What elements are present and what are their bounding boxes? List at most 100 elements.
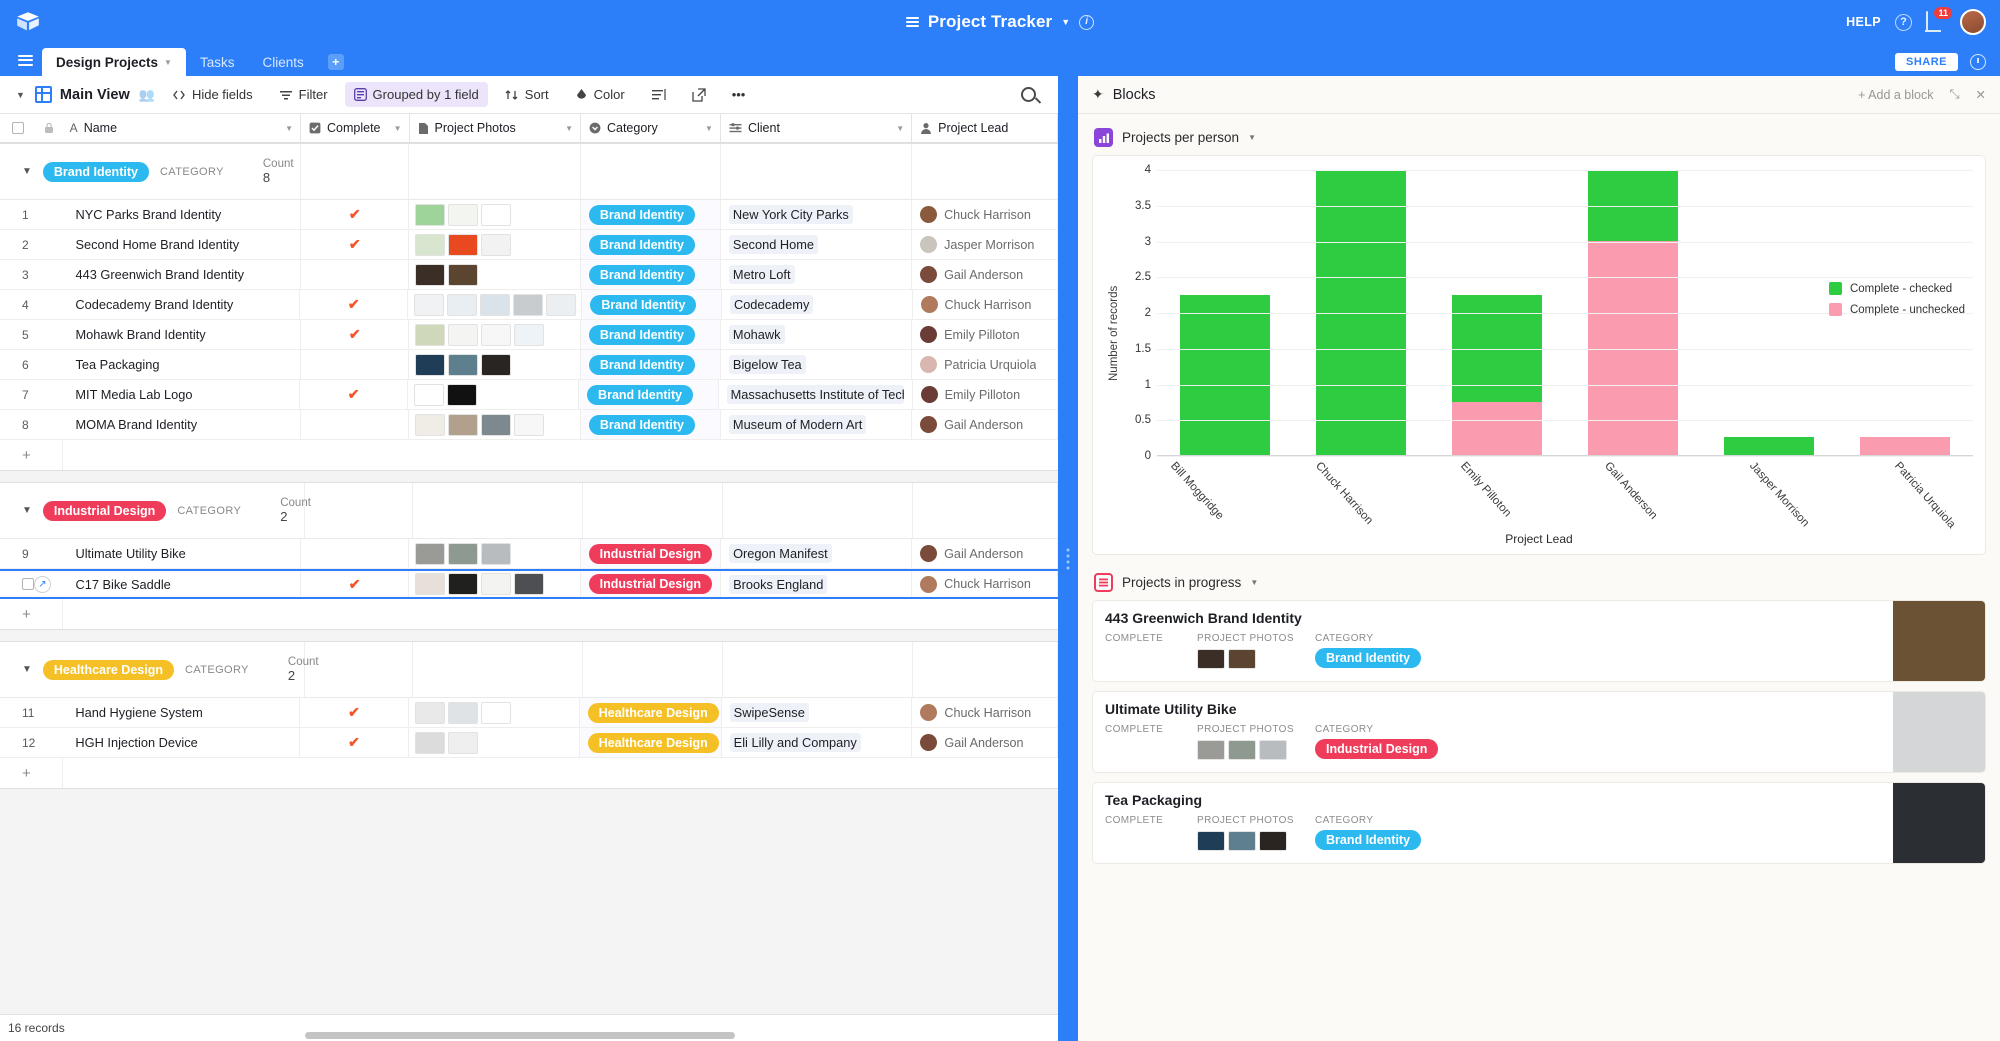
share-button[interactable]: SHARE bbox=[1895, 53, 1958, 71]
chevron-down-icon[interactable]: ▼ bbox=[896, 124, 904, 133]
expand-record-icon[interactable]: ↗ bbox=[34, 576, 51, 593]
collapse-group-icon[interactable]: ▼ bbox=[22, 664, 32, 675]
cell-name[interactable]: MOMA Brand Identity bbox=[61, 410, 300, 439]
cell-complete[interactable]: ✔ bbox=[301, 571, 409, 597]
add-block-button[interactable]: + Add a block bbox=[1858, 88, 1933, 102]
cell-client[interactable]: Massachusetts Institute of Tech bbox=[719, 380, 913, 409]
photo-thumbnail[interactable] bbox=[481, 204, 511, 226]
cell-complete[interactable]: ✔ bbox=[300, 290, 408, 319]
cell-project-photos[interactable] bbox=[409, 230, 580, 259]
photo-thumbnail[interactable] bbox=[448, 702, 478, 724]
chevron-down-icon[interactable]: ▼ bbox=[565, 124, 573, 133]
cell-project-photos[interactable] bbox=[408, 380, 579, 409]
cell-project-photos[interactable] bbox=[409, 260, 580, 289]
photo-thumbnail[interactable] bbox=[415, 204, 445, 226]
photo-thumbnail[interactable] bbox=[513, 294, 543, 316]
cell-client[interactable]: Second Home bbox=[721, 230, 912, 259]
photo-thumbnail[interactable] bbox=[414, 294, 444, 316]
photo-thumbnail[interactable] bbox=[415, 702, 445, 724]
cell-name[interactable]: Hand Hygiene System bbox=[61, 698, 300, 727]
record-card[interactable]: Tea PackagingCOMPLETEPROJECT PHOTOSCATEG… bbox=[1092, 782, 1986, 864]
cell-complete[interactable]: ✔ bbox=[300, 380, 408, 409]
photo-thumbnail[interactable] bbox=[448, 543, 478, 565]
tab-tasks[interactable]: Tasks bbox=[186, 48, 249, 76]
chevron-down-icon[interactable]: ▼ bbox=[705, 124, 713, 133]
cell-project-lead[interactable]: Patricia Urquiola bbox=[912, 350, 1058, 379]
tab-design-projects[interactable]: Design Projects ▼ bbox=[42, 48, 186, 76]
photo-thumbnail[interactable] bbox=[448, 573, 478, 595]
record-photo-thumbnail[interactable] bbox=[1259, 740, 1287, 760]
photo-thumbnail[interactable] bbox=[481, 414, 511, 436]
chevron-down-icon[interactable]: ▼ bbox=[1248, 133, 1256, 142]
cell-complete[interactable] bbox=[301, 410, 410, 439]
cell-project-lead[interactable]: Gail Anderson bbox=[912, 728, 1058, 757]
table-row[interactable]: 9Ultimate Utility BikeIndustrial DesignO… bbox=[0, 539, 1058, 569]
cell-name[interactable]: Codecademy Brand Identity bbox=[61, 290, 300, 319]
collapse-group-icon[interactable]: ▼ bbox=[22, 166, 32, 177]
cell-client[interactable]: New York City Parks bbox=[721, 200, 912, 229]
row-height-button[interactable] bbox=[642, 83, 675, 106]
cell-category[interactable]: Brand Identity bbox=[581, 200, 721, 229]
cell-client[interactable]: Bigelow Tea bbox=[721, 350, 912, 379]
cell-project-lead[interactable]: Gail Anderson bbox=[912, 260, 1058, 289]
cell-client[interactable]: Eli Lilly and Company bbox=[722, 728, 913, 757]
cell-name[interactable]: Ultimate Utility Bike bbox=[61, 539, 300, 568]
table-row[interactable]: 6Tea PackagingBrand IdentityBigelow TeaP… bbox=[0, 350, 1058, 380]
table-row[interactable]: 2Second Home Brand Identity✔Brand Identi… bbox=[0, 230, 1058, 260]
notifications-button[interactable]: 11 bbox=[1926, 12, 1946, 32]
cell-name[interactable]: Tea Packaging bbox=[61, 350, 300, 379]
group-header[interactable]: ▼Brand IdentityCATEGORYCount 8 bbox=[0, 144, 1058, 200]
app-title-caret-icon[interactable]: ▼ bbox=[1061, 17, 1070, 27]
cell-project-photos[interactable] bbox=[409, 571, 580, 597]
column-header-name[interactable]: A Name ▼ bbox=[62, 114, 301, 142]
view-sidebar-caret-icon[interactable]: ▼ bbox=[10, 90, 35, 100]
cell-client[interactable]: SwipeSense bbox=[722, 698, 913, 727]
photo-thumbnail[interactable] bbox=[514, 324, 544, 346]
cell-client[interactable]: Brooks England bbox=[721, 571, 912, 597]
photo-thumbnail[interactable] bbox=[415, 234, 445, 256]
group-header[interactable]: ▼Healthcare DesignCATEGORYCount 2 bbox=[0, 642, 1058, 698]
cell-project-lead[interactable]: Chuck Harrison bbox=[912, 200, 1058, 229]
table-row[interactable]: 3443 Greenwich Brand IdentityBrand Ident… bbox=[0, 260, 1058, 290]
chevron-down-icon[interactable]: ▼ bbox=[164, 58, 172, 67]
cell-category[interactable]: Brand Identity bbox=[581, 320, 721, 349]
record-photo-thumbnail[interactable] bbox=[1228, 649, 1256, 669]
filter-button[interactable]: Filter bbox=[270, 82, 337, 107]
cell-client[interactable]: Metro Loft bbox=[721, 260, 912, 289]
cell-project-lead[interactable]: Emily Pilloton bbox=[913, 380, 1058, 409]
help-question-icon[interactable]: ? bbox=[1895, 14, 1912, 31]
photo-thumbnail[interactable] bbox=[415, 732, 445, 754]
record-photo-thumbnail[interactable] bbox=[1228, 831, 1256, 851]
chevron-down-icon[interactable]: ▼ bbox=[1250, 578, 1258, 587]
select-all-checkbox[interactable] bbox=[0, 114, 36, 142]
cell-category[interactable]: Brand Identity bbox=[581, 410, 721, 439]
cell-client[interactable]: Mohawk bbox=[721, 320, 912, 349]
cell-project-photos[interactable] bbox=[409, 320, 580, 349]
cell-category[interactable]: Industrial Design bbox=[581, 539, 721, 568]
row-checkbox[interactable] bbox=[22, 578, 34, 590]
photo-thumbnail[interactable] bbox=[481, 234, 511, 256]
table-row[interactable]: 8MOMA Brand IdentityBrand IdentityMuseum… bbox=[0, 410, 1058, 440]
user-avatar[interactable] bbox=[1960, 9, 1986, 35]
table-row[interactable]: 5Mohawk Brand Identity✔Brand IdentityMoh… bbox=[0, 320, 1058, 350]
photo-thumbnail[interactable] bbox=[448, 414, 478, 436]
add-table-button[interactable]: + bbox=[328, 54, 344, 70]
view-collaborators-icon[interactable]: 👥 bbox=[139, 87, 155, 103]
chevron-down-icon[interactable]: ▼ bbox=[394, 124, 402, 133]
cell-project-photos[interactable] bbox=[408, 290, 582, 319]
cell-name[interactable]: Second Home Brand Identity bbox=[61, 230, 300, 259]
info-icon[interactable]: i bbox=[1079, 15, 1094, 30]
cell-name[interactable]: MIT Media Lab Logo bbox=[61, 380, 300, 409]
cell-complete[interactable]: ✔ bbox=[300, 728, 408, 757]
column-header-complete[interactable]: Complete ▼ bbox=[301, 114, 410, 142]
hide-fields-button[interactable]: Hide fields bbox=[163, 82, 262, 107]
cell-category[interactable]: Brand Identity bbox=[582, 290, 722, 319]
photo-thumbnail[interactable] bbox=[480, 294, 510, 316]
close-blocks-button[interactable]: ✕ bbox=[1976, 87, 1986, 102]
cell-complete[interactable] bbox=[301, 350, 410, 379]
cell-category[interactable]: Healthcare Design bbox=[580, 728, 722, 757]
view-name[interactable]: Main View bbox=[60, 87, 130, 103]
photo-thumbnail[interactable] bbox=[415, 354, 445, 376]
photo-thumbnail[interactable] bbox=[448, 324, 478, 346]
cell-category[interactable]: Brand Identity bbox=[579, 380, 719, 409]
